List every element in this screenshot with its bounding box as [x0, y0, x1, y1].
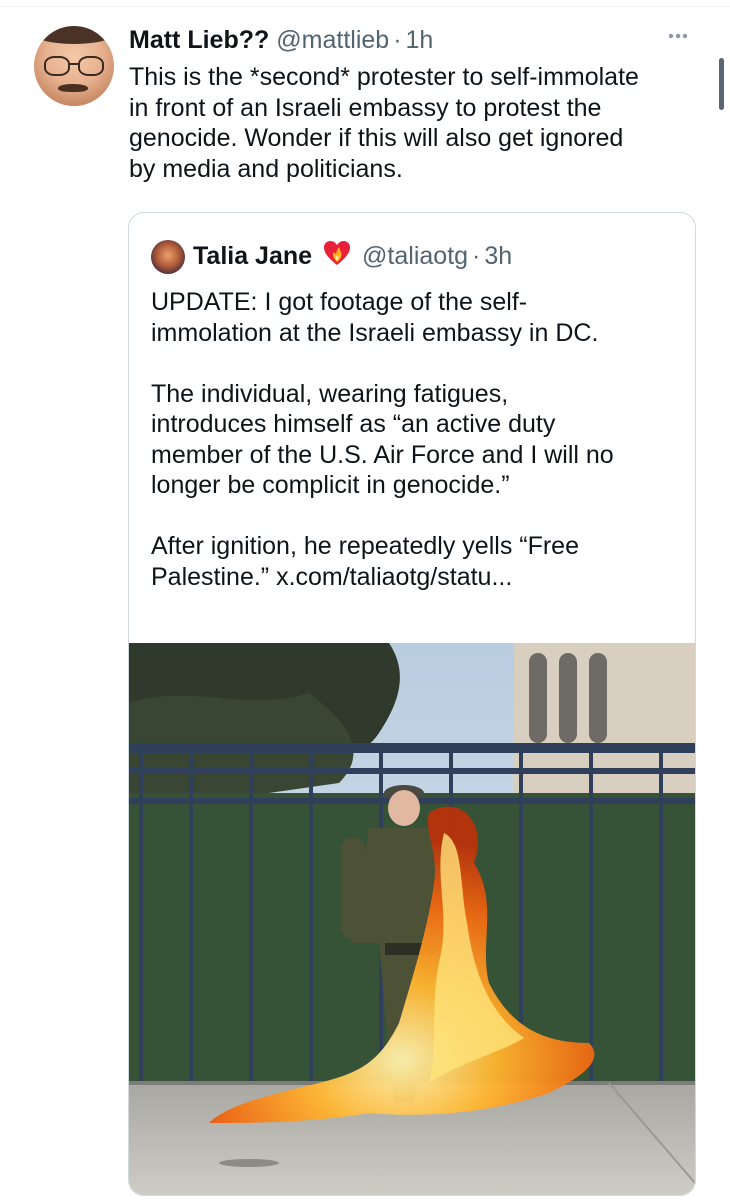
heart-on-fire-icon	[322, 239, 352, 274]
avatar-glasses-right	[78, 56, 104, 76]
quoted-text-body: UPDATE: I got footage of the self- immol…	[151, 288, 614, 591]
quoted-author-name[interactable]: Talia Jane	[193, 242, 312, 271]
more-horizontal-icon[interactable]	[663, 24, 693, 48]
avatar-glasses-left	[44, 56, 70, 76]
avatar[interactable]	[34, 26, 114, 106]
avatar-glasses-bridge	[68, 63, 78, 65]
separator-dot: ·	[393, 26, 402, 54]
author-handle[interactable]: @mattlieb	[276, 26, 389, 55]
author-name[interactable]: Matt Lieb??	[129, 26, 269, 55]
quoted-author-handle[interactable]: @taliaotg	[362, 242, 468, 271]
quoted-media-photo[interactable]	[129, 643, 695, 1195]
quoted-tweet-card[interactable]: Talia Jane @taliaotg · 3h UPDATE: I got …	[128, 212, 696, 1196]
avatar-moustache	[58, 84, 88, 92]
top-divider	[0, 6, 730, 7]
tweet-text: This is the *second* protester to self-i…	[129, 63, 639, 183]
quoted-link[interactable]: x.com/taliaotg/statu...	[276, 563, 512, 591]
photo-illustration	[129, 643, 695, 1195]
quoted-tweet-header: Talia Jane @taliaotg · 3h	[151, 239, 512, 274]
quoted-avatar[interactable]	[151, 239, 185, 274]
quoted-separator-dot: ·	[472, 242, 481, 270]
avatar-hair	[34, 26, 114, 44]
quoted-timestamp[interactable]: 3h	[484, 242, 512, 271]
tweet-timestamp[interactable]: 1h	[406, 26, 434, 55]
tweet-header: Matt Lieb?? @mattlieb · 1h	[129, 26, 433, 55]
scrollbar[interactable]	[719, 58, 724, 110]
quoted-tweet-text: UPDATE: I got footage of the self- immol…	[151, 287, 671, 592]
